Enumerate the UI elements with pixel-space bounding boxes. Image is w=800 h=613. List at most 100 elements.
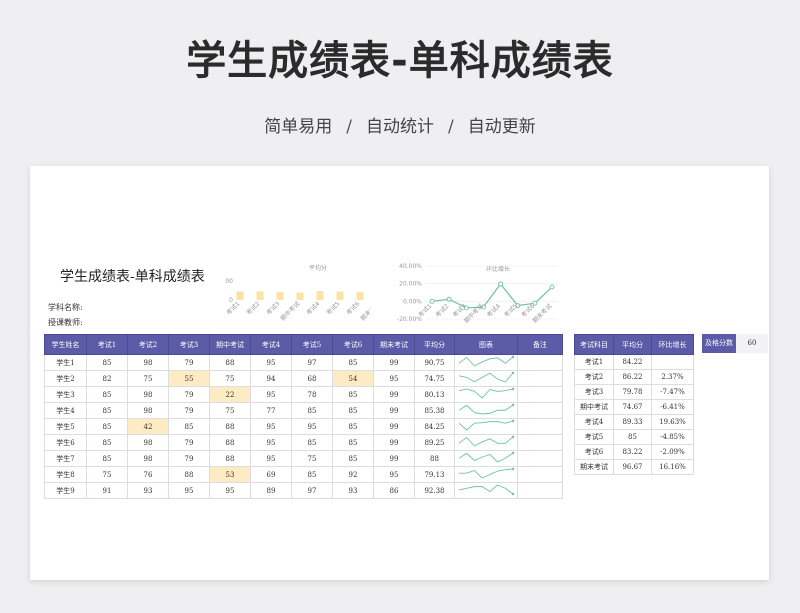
score-cell[interactable]: 93 [332,482,374,499]
score-cell[interactable]: 75 [209,370,251,387]
score-cell[interactable]: 75 [86,466,128,483]
remark-cell[interactable] [517,386,563,403]
score-cell[interactable]: 68 [291,370,333,387]
exam-average-cell[interactable]: 86.22 [613,369,652,385]
exam-name-cell[interactable]: 考试4 [574,414,614,430]
score-cell[interactable]: 79 [168,386,210,403]
score-cell[interactable]: 55 [168,370,210,387]
remark-cell[interactable] [517,402,563,419]
average-cell[interactable]: 89.25 [414,434,455,451]
score-cell[interactable]: 85 [332,402,374,419]
exam-name-cell[interactable]: 考试6 [574,444,614,460]
exam-average-cell[interactable]: 79.78 [613,384,652,400]
score-cell[interactable]: 95 [250,434,292,451]
score-cell[interactable]: 98 [127,450,169,467]
student-name-cell[interactable]: 学生9 [44,482,87,499]
remark-cell[interactable] [517,434,563,451]
growth-cell[interactable]: -6.41% [651,399,694,415]
score-cell[interactable]: 88 [209,434,251,451]
remark-cell[interactable] [517,370,563,387]
student-name-cell[interactable]: 学生5 [44,418,87,435]
growth-cell[interactable]: -2.09% [651,444,694,460]
score-cell[interactable]: 99 [373,450,415,467]
score-cell[interactable]: 99 [373,402,415,419]
score-cell[interactable]: 79 [168,434,210,451]
average-cell[interactable]: 79.13 [414,466,455,483]
score-cell[interactable]: 85 [291,466,333,483]
score-cell[interactable]: 53 [209,466,251,483]
growth-cell[interactable]: 16.16% [651,459,694,475]
exam-name-cell[interactable]: 期末考试 [574,459,614,475]
score-cell[interactable]: 54 [332,370,374,387]
score-cell[interactable]: 85 [86,386,128,403]
exam-average-cell[interactable]: 83.22 [613,444,652,460]
score-cell[interactable]: 69 [250,466,292,483]
exam-name-cell[interactable]: 考试2 [574,369,614,385]
score-cell[interactable]: 75 [127,370,169,387]
average-cell[interactable]: 92.38 [414,482,455,499]
average-cell[interactable]: 88 [414,450,455,467]
score-cell[interactable]: 85 [332,418,374,435]
score-cell[interactable]: 85 [86,418,128,435]
exam-average-cell[interactable]: 89.33 [613,414,652,430]
student-name-cell[interactable]: 学生8 [44,466,87,483]
score-cell[interactable]: 76 [127,466,169,483]
pass-score-value[interactable]: 60 [736,334,768,353]
score-cell[interactable]: 98 [127,434,169,451]
growth-cell[interactable]: -4.85% [651,429,694,445]
score-cell[interactable]: 95 [373,466,415,483]
remark-cell[interactable] [517,482,563,499]
score-cell[interactable]: 95 [250,450,292,467]
score-cell[interactable]: 95 [291,418,333,435]
score-cell[interactable]: 97 [291,354,333,371]
score-cell[interactable]: 99 [373,386,415,403]
score-cell[interactable]: 98 [127,354,169,371]
remark-cell[interactable] [517,354,563,371]
score-cell[interactable]: 92 [332,466,374,483]
score-cell[interactable]: 22 [209,386,251,403]
score-cell[interactable]: 95 [168,482,210,499]
score-cell[interactable]: 88 [168,466,210,483]
score-cell[interactable]: 99 [373,354,415,371]
score-cell[interactable]: 88 [209,450,251,467]
score-cell[interactable]: 82 [86,370,128,387]
score-cell[interactable]: 98 [127,402,169,419]
score-cell[interactable]: 85 [86,354,128,371]
exam-average-cell[interactable]: 96.67 [613,459,652,475]
score-cell[interactable]: 91 [86,482,128,499]
student-name-cell[interactable]: 学生4 [44,402,87,419]
score-cell[interactable]: 79 [168,354,210,371]
growth-cell[interactable]: 19.63% [651,414,694,430]
score-cell[interactable]: 94 [250,370,292,387]
score-cell[interactable]: 99 [373,418,415,435]
student-name-cell[interactable]: 学生2 [44,370,87,387]
score-cell[interactable]: 85 [291,402,333,419]
average-cell[interactable]: 84.25 [414,418,455,435]
score-cell[interactable]: 85 [86,402,128,419]
score-cell[interactable]: 77 [250,402,292,419]
average-cell[interactable]: 74.75 [414,370,455,387]
student-name-cell[interactable]: 学生3 [44,386,87,403]
score-cell[interactable]: 95 [209,482,251,499]
student-name-cell[interactable]: 学生6 [44,434,87,451]
score-cell[interactable]: 88 [209,354,251,371]
score-cell[interactable]: 97 [291,482,333,499]
exam-average-cell[interactable]: 74.67 [613,399,652,415]
score-cell[interactable]: 85 [86,434,128,451]
score-cell[interactable]: 85 [332,450,374,467]
growth-cell[interactable] [651,354,694,370]
score-cell[interactable]: 42 [127,418,169,435]
score-cell[interactable]: 75 [209,402,251,419]
score-cell[interactable]: 78 [291,386,333,403]
score-cell[interactable]: 85 [332,386,374,403]
score-cell[interactable]: 85 [332,354,374,371]
average-cell[interactable]: 90.75 [414,354,455,371]
remark-cell[interactable] [517,450,563,467]
growth-cell[interactable]: -7.47% [651,384,694,400]
exam-name-cell[interactable]: 考试1 [574,354,614,370]
score-cell[interactable]: 95 [250,354,292,371]
student-name-cell[interactable]: 学生1 [44,354,87,371]
score-cell[interactable]: 95 [250,386,292,403]
remark-cell[interactable] [517,466,563,483]
score-cell[interactable]: 79 [168,450,210,467]
